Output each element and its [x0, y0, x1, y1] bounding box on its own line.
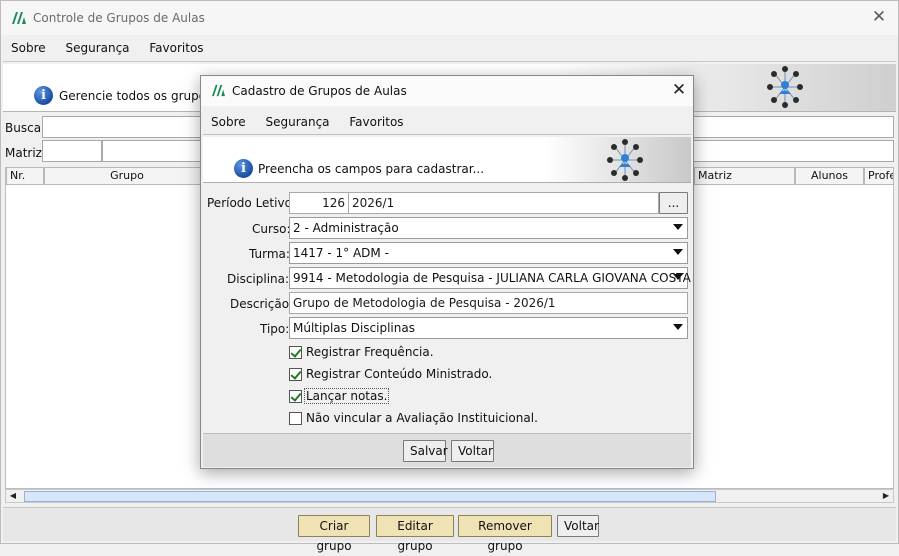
period-browse-button[interactable]: ...: [659, 192, 688, 214]
matrix-code-input[interactable]: [42, 140, 102, 162]
type-select[interactable]: Múltiplas Disciplinas: [289, 317, 688, 339]
checkbox-label-content[interactable]: Registrar Conteúdo Ministrado.: [306, 367, 492, 381]
period-value-text: 2026/1: [352, 196, 395, 210]
course-label: Curso:: [252, 222, 291, 236]
matrix-label: Matriz:: [5, 146, 47, 160]
type-select-value: Múltiplas Disciplinas: [293, 321, 415, 335]
chevron-down-icon: [673, 274, 683, 280]
register-dialog: Cadastro de Grupos de Aulas ✕ Sobre Segu…: [200, 75, 694, 469]
dialog-menu-sobre[interactable]: Sobre: [203, 112, 254, 132]
course-select-value: 2 - Administração: [293, 221, 399, 235]
col-header-professor[interactable]: Profe: [864, 167, 894, 185]
main-button-bar: Criar grupo Editar grupo Remover grupo V…: [3, 507, 896, 553]
description-label: Descrição:: [230, 297, 294, 311]
checkbox-label-grades[interactable]: Lançar notas.: [304, 388, 390, 404]
period-code-value: 126: [322, 196, 345, 210]
period-value-input[interactable]: 2026/1: [348, 192, 659, 214]
class-select[interactable]: 1417 - 1° ADM -: [289, 242, 688, 264]
scroll-right-icon[interactable]: ▶: [879, 490, 893, 502]
dialog-menu-seguranca[interactable]: Segurança: [257, 112, 337, 132]
users-network-icon: [607, 139, 643, 181]
users-network-icon: [767, 66, 803, 108]
chevron-down-icon: [673, 249, 683, 255]
info-icon: i: [34, 86, 53, 105]
course-select[interactable]: 2 - Administração: [289, 217, 688, 239]
menu-sobre[interactable]: Sobre: [3, 38, 54, 58]
main-title: Controle de Grupos de Aulas: [33, 11, 205, 25]
checkbox-grades[interactable]: [289, 390, 302, 403]
remove-group-button[interactable]: Remover grupo: [458, 515, 552, 553]
checkbox-no-institutional-evaluation[interactable]: [289, 412, 302, 425]
close-icon[interactable]: ✕: [870, 8, 888, 26]
col-header-alunos[interactable]: Alunos: [795, 167, 864, 185]
save-button[interactable]: Salvar: [403, 440, 448, 462]
edit-group-button[interactable]: Editar grupo: [376, 515, 454, 553]
main-back-button[interactable]: Voltar: [557, 515, 599, 537]
dialog-menu-separator: [203, 134, 691, 135]
col-header-grupo[interactable]: Grupo: [44, 167, 210, 185]
app-logo-icon: [212, 84, 225, 97]
col-header-nr[interactable]: Nr.: [6, 167, 44, 185]
horizontal-scrollbar[interactable]: ◀ ▶: [5, 489, 894, 503]
type-label: Tipo:: [260, 322, 290, 336]
scroll-thumb[interactable]: [24, 491, 716, 502]
menu-separator: [3, 61, 896, 62]
menu-favoritos[interactable]: Favoritos: [141, 38, 211, 58]
subject-select-value: 9914 - Metodologia de Pesquisa - JULIANA…: [293, 271, 691, 285]
main-titlebar: Controle de Grupos de Aulas ✕: [1, 1, 898, 35]
dialog-banner: i Preencha os campos para cadastrar...: [203, 137, 691, 183]
subject-select[interactable]: 9914 - Metodologia de Pesquisa - JULIANA…: [289, 267, 691, 289]
period-code-input[interactable]: 126: [289, 192, 349, 214]
dialog-button-bar: Salvar Voltar: [203, 433, 691, 467]
ellipsis-icon: ...: [667, 196, 680, 210]
class-label: Turma:: [249, 247, 290, 261]
checkbox-register-content[interactable]: [289, 368, 302, 381]
app-logo-icon: [12, 12, 26, 24]
chevron-down-icon: [673, 324, 683, 330]
create-group-button[interactable]: Criar grupo: [298, 515, 370, 553]
info-icon: i: [234, 159, 253, 178]
dialog-back-button[interactable]: Voltar: [451, 440, 494, 462]
checkbox-register-attendance[interactable]: [289, 346, 302, 359]
dialog-menubar: Sobre Segurança Favoritos: [203, 112, 412, 132]
search-label: Busca:: [5, 121, 46, 135]
menu-seguranca[interactable]: Segurança: [57, 38, 137, 58]
close-icon[interactable]: ✕: [669, 80, 689, 100]
dialog-banner-text: Preencha os campos para cadastrar...: [258, 162, 485, 176]
checkbox-label-attendance[interactable]: Registrar Frequência.: [306, 345, 434, 359]
dialog-title: Cadastro de Grupos de Aulas: [232, 84, 407, 98]
description-value: Grupo de Metodologia de Pesquisa - 2026/…: [293, 296, 556, 310]
description-input[interactable]: Grupo de Metodologia de Pesquisa - 2026/…: [289, 292, 688, 314]
dialog-titlebar: Cadastro de Grupos de Aulas ✕: [201, 76, 693, 106]
main-menubar: Sobre Segurança Favoritos: [3, 38, 212, 60]
checkbox-label-evaluation[interactable]: Não vincular a Avaliação Instituicional.: [306, 411, 538, 425]
dialog-menu-favoritos[interactable]: Favoritos: [341, 112, 411, 132]
col-header-matriz[interactable]: Matriz: [694, 167, 795, 185]
subject-label: Disciplina:: [227, 272, 290, 286]
period-label: Período Letivo:: [207, 196, 296, 210]
chevron-down-icon: [673, 224, 683, 230]
class-select-value: 1417 - 1° ADM -: [293, 246, 389, 260]
scroll-left-icon[interactable]: ◀: [6, 490, 20, 502]
